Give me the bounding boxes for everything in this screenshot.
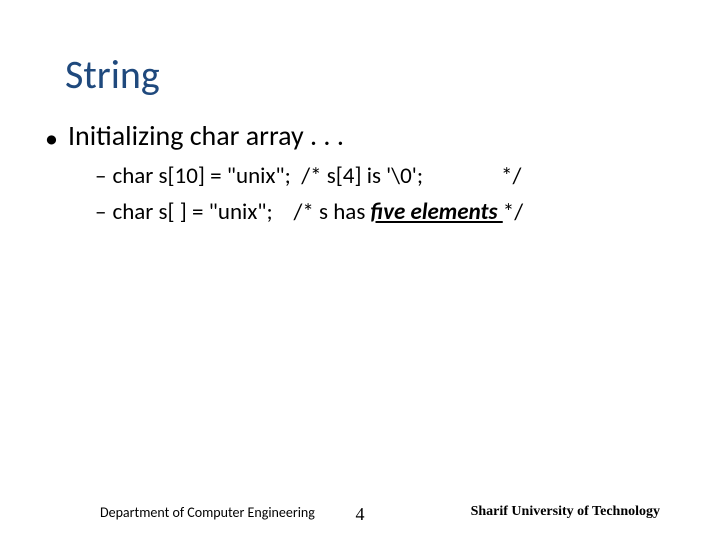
- emphasis-five-elements: five elements: [371, 198, 503, 226]
- subbullet-1: –char s[10] = "unix"; /* s[4] is '\0'; *…: [95, 162, 521, 190]
- bullet-level1: • Initializing char array . . .: [45, 118, 344, 153]
- bullet1-text: Initializing char array . . .: [68, 118, 344, 153]
- bullet-dot-icon: •: [45, 125, 58, 151]
- dash-icon: –: [95, 198, 106, 226]
- comment-line1-close: */: [501, 162, 521, 190]
- comment-line2-open: /* s has: [293, 198, 370, 226]
- subbullet-2: –char s[ ] = "unix"; /* s has five eleme…: [95, 198, 523, 226]
- comment-line1-open: /* s[4] is '\0';: [301, 162, 423, 190]
- slide-title: String: [65, 50, 160, 99]
- comment-line2-close: */: [503, 198, 523, 226]
- footer-university: Sharif University of Technology: [471, 504, 660, 520]
- dash-icon: –: [95, 162, 106, 190]
- code-line1: char s[10] = "unix";: [112, 162, 290, 190]
- code-line2: char s[ ] = "unix";: [112, 198, 272, 226]
